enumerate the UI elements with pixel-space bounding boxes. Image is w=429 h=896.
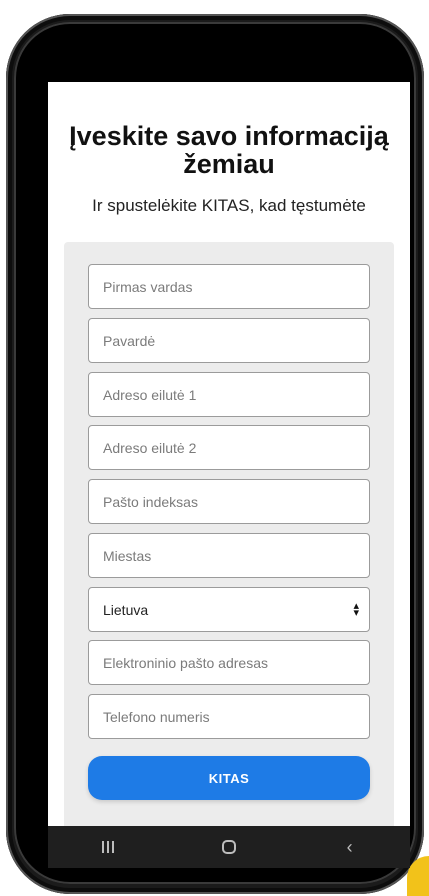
email-input[interactable]: Elektroninio pašto adresas [88,640,370,685]
recent-apps-button[interactable] [78,826,138,868]
back-icon: ‹ [346,837,353,857]
home-button[interactable] [199,826,259,868]
screen: Įveskite savo informaciją žemiau Ir spus… [48,82,410,868]
form-card: Pirmas vardas Pavardė Adreso eilutė 1 Ad… [64,242,394,842]
first-name-input[interactable]: Pirmas vardas [88,264,370,309]
page-title: Įveskite savo informaciją žemiau [69,121,389,179]
android-navbar: ‹ [48,826,410,868]
recent-apps-icon [102,841,115,853]
postal-code-input[interactable]: Pašto indeksas [88,479,370,524]
last-name-input[interactable]: Pavardė [88,318,370,363]
country-select[interactable]: Lietuva ▴ ▾ [88,587,370,632]
back-button[interactable]: ‹ [320,826,380,868]
address-line-1-input[interactable]: Adreso eilutė 1 [88,372,370,417]
phone-input[interactable]: Telefono numeris [88,694,370,739]
sort-arrows-icon: ▴ ▾ [353,599,359,619]
next-button[interactable]: KITAS [88,756,370,800]
page-subtitle: Ir spustelėkite KITAS, kad tęstumėte [92,196,366,215]
home-icon [221,840,236,854]
country-select-value: Lietuva [103,601,149,618]
city-input[interactable]: Miestas [88,533,370,578]
address-line-2-input[interactable]: Adreso eilutė 2 [88,425,370,470]
